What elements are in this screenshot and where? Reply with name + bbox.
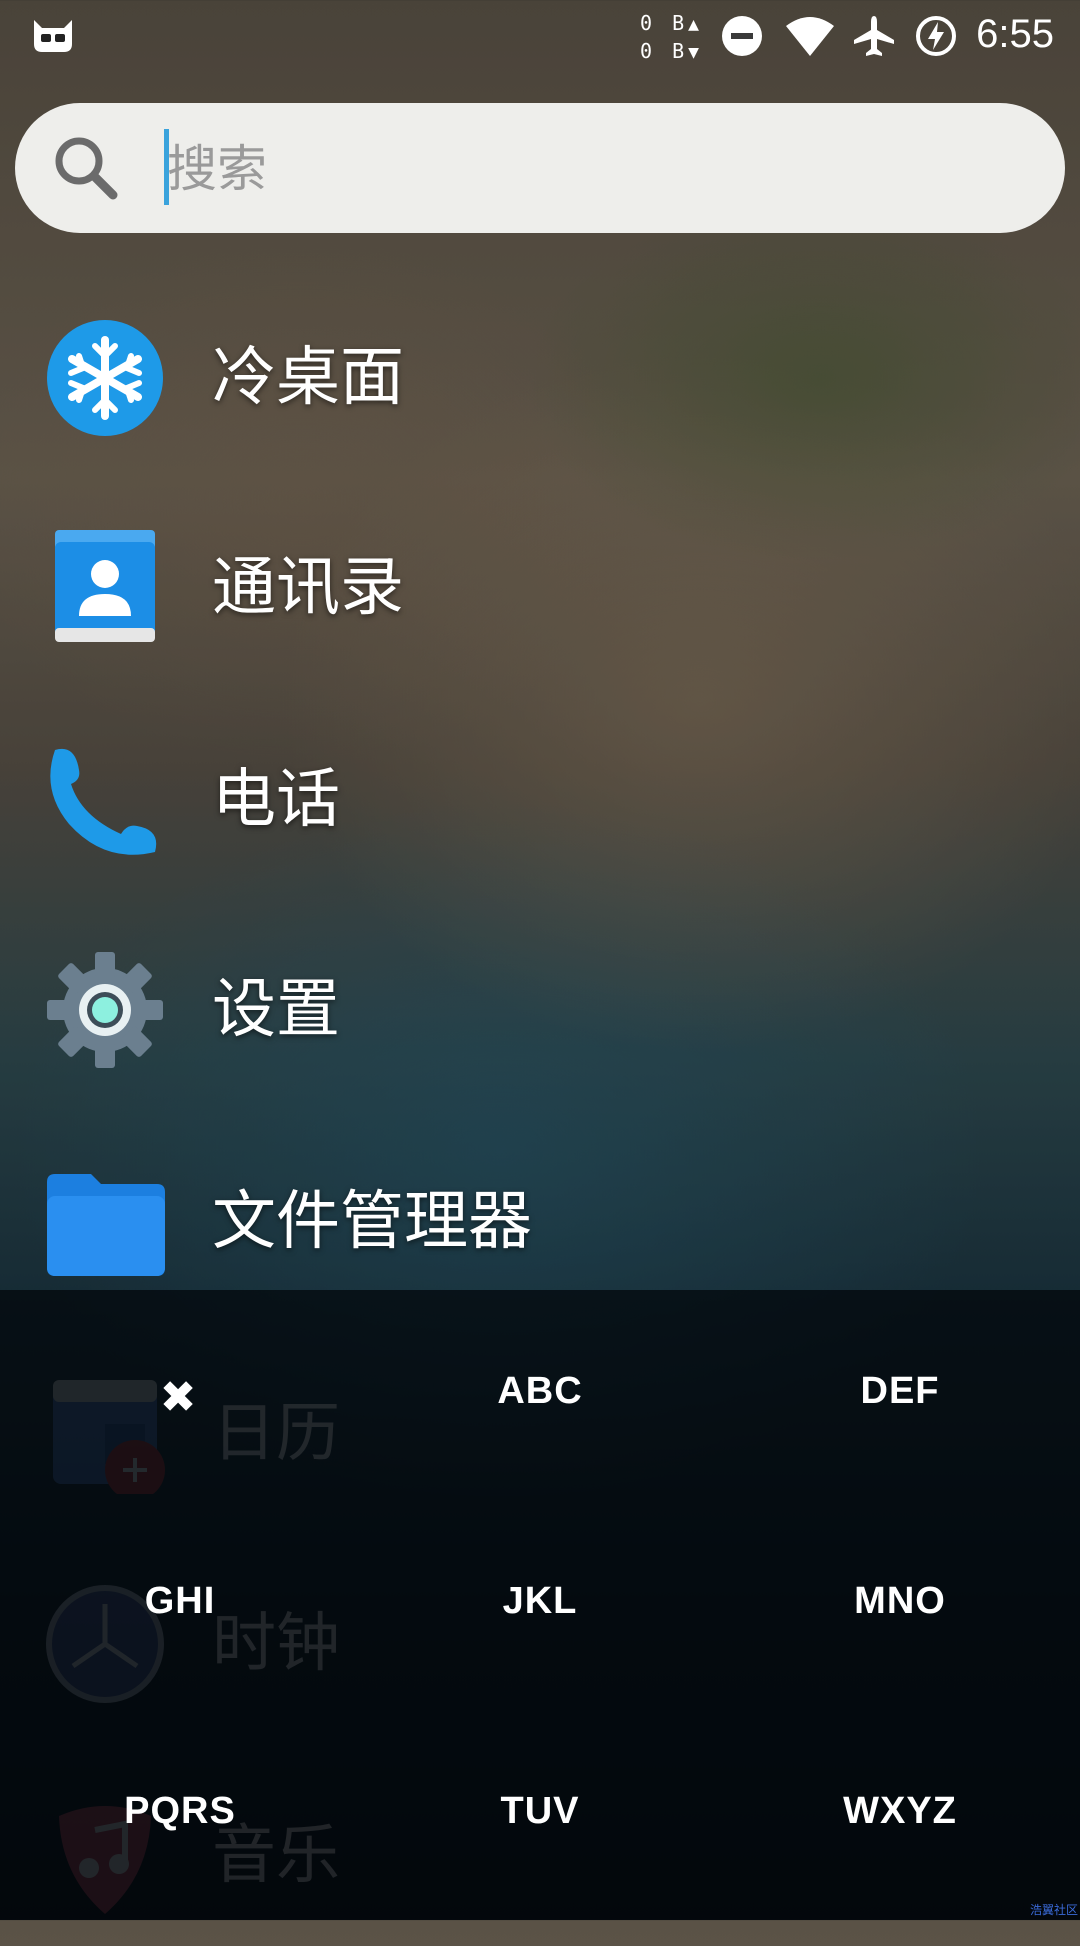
key-mno[interactable]: MNO: [720, 1500, 1080, 1710]
app-item-cold-desktop[interactable]: 冷桌面: [0, 268, 1080, 468]
wifi-icon: [786, 17, 834, 56]
net-up-value: 0 B: [640, 11, 689, 35]
key-def[interactable]: DEF: [720, 1290, 1080, 1500]
contacts-icon: [55, 530, 155, 642]
key-label: WXYZ: [843, 1790, 957, 1832]
phone-icon: [50, 748, 157, 855]
battery-charging-icon: [916, 16, 956, 56]
network-speed: 0 B▲ 0 B▼: [640, 10, 699, 66]
app-label: 电话: [212, 763, 340, 837]
close-keypad-icon[interactable]: ✖: [158, 1376, 198, 1420]
key-jkl[interactable]: JKL: [360, 1500, 720, 1710]
folder-icon: [47, 1174, 165, 1276]
app-label: 通讯录: [212, 551, 404, 625]
search-input[interactable]: [165, 123, 1019, 215]
key-ghi[interactable]: GHI: [0, 1500, 360, 1710]
app-label: 文件管理器: [212, 1185, 532, 1259]
app-label: 冷桌面: [212, 341, 404, 415]
net-down-value: 0 B: [640, 39, 689, 63]
app-item-phone[interactable]: 电话: [0, 690, 1080, 890]
key-pqrs[interactable]: PQRS: [0, 1710, 360, 1920]
airplane-icon: [854, 16, 894, 56]
key-wxyz[interactable]: WXYZ: [720, 1710, 1080, 1920]
upload-arrow-icon: ▲: [688, 14, 699, 35]
status-bar: 0 B▲ 0 B▼ 6:55: [0, 0, 1080, 72]
download-arrow-icon: ▼: [688, 42, 699, 63]
key-label: ABC: [497, 1370, 583, 1412]
key-tuv[interactable]: TUV: [360, 1710, 720, 1920]
dnd-icon: [722, 16, 762, 56]
settings-gear-icon: [47, 952, 163, 1068]
app-item-contacts[interactable]: 通讯录: [0, 478, 1080, 678]
key-label: TUV: [500, 1790, 580, 1832]
watermark: 浩翼社区: [1029, 1903, 1078, 1917]
app-item-file-manager[interactable]: 文件管理器: [0, 1112, 1080, 1312]
cyanogen-mascot-icon: [34, 20, 72, 52]
search-icon[interactable]: [49, 131, 123, 205]
app-item-settings[interactable]: 设置: [0, 900, 1080, 1100]
key-label: GHI: [144, 1580, 216, 1622]
key-label: MNO: [854, 1580, 946, 1622]
snowflake-icon: [47, 320, 163, 436]
key-label: PQRS: [124, 1790, 236, 1832]
clock-time: 6:55: [976, 12, 1054, 56]
search-bar[interactable]: [15, 103, 1065, 233]
key-abc[interactable]: ABC: [360, 1290, 720, 1500]
key-label: JKL: [502, 1580, 578, 1622]
app-label: 设置: [212, 973, 340, 1047]
key-label: DEF: [860, 1370, 940, 1412]
